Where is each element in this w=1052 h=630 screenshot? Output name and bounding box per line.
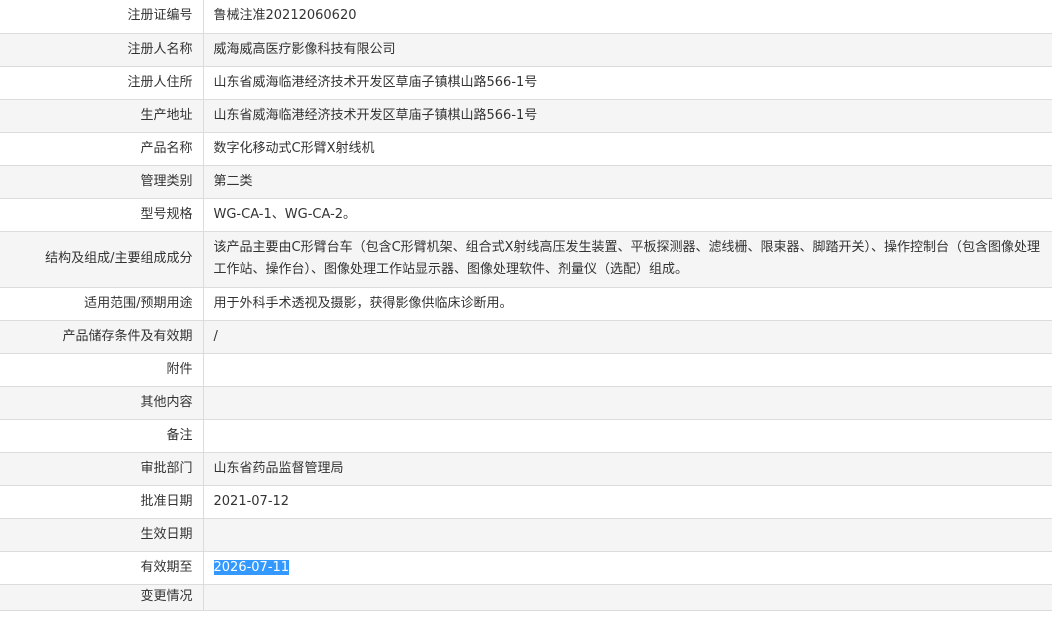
table-row: 注册证编号 鲁械注准20212060620 bbox=[0, 0, 1052, 34]
row-value bbox=[202, 583, 1052, 611]
row-value: 鲁械注准20212060620 bbox=[202, 0, 1052, 34]
row-value: 该产品主要由C形臂台车（包含C形臂机架、组合式X射线高压发生装置、平板探测器、滤… bbox=[202, 230, 1052, 288]
row-value bbox=[202, 418, 1052, 453]
row-label: 注册人名称 bbox=[0, 32, 204, 67]
intended-use: 用于外科手术透视及摄影，获得影像供临床诊断用。 bbox=[213, 295, 513, 311]
row-value: WG-CA-1、WG-CA-2。 bbox=[202, 197, 1052, 232]
registration-number: 鲁械注准20212060620 bbox=[213, 8, 357, 24]
row-label: 型号规格 bbox=[0, 197, 204, 232]
table-row: 批准日期 2021-07-12 bbox=[0, 484, 1052, 519]
table-row: 其他内容 bbox=[0, 385, 1052, 420]
row-value: 用于外科手术透视及摄影，获得影像供临床诊断用。 bbox=[202, 286, 1052, 321]
registrant-address: 山东省威海临港经济技术开发区草庙子镇棋山路566-1号 bbox=[213, 74, 538, 90]
row-value bbox=[202, 517, 1052, 552]
valid-until-date[interactable]: 2026-07-11 bbox=[213, 559, 290, 575]
row-label: 附件 bbox=[0, 352, 204, 387]
product-name: 数字化移动式C形臂X射线机 bbox=[213, 140, 375, 156]
table-row: 产品储存条件及有效期 / bbox=[0, 319, 1052, 354]
row-label: 审批部门 bbox=[0, 451, 204, 486]
row-label: 结构及组成/主要组成成分 bbox=[0, 230, 204, 288]
storage-conditions: / bbox=[213, 328, 218, 344]
table-row: 适用范围/预期用途 用于外科手术透视及摄影，获得影像供临床诊断用。 bbox=[0, 286, 1052, 321]
row-value: 数字化移动式C形臂X射线机 bbox=[202, 131, 1052, 166]
row-label: 适用范围/预期用途 bbox=[0, 286, 204, 321]
row-value: 山东省威海临港经济技术开发区草庙子镇棋山路566-1号 bbox=[202, 98, 1052, 133]
row-label: 产品储存条件及有效期 bbox=[0, 319, 204, 354]
row-value: 山东省威海临港经济技术开发区草庙子镇棋山路566-1号 bbox=[202, 65, 1052, 100]
row-label: 变更情况 bbox=[0, 583, 204, 611]
row-label: 注册人住所 bbox=[0, 65, 204, 100]
row-label: 管理类别 bbox=[0, 164, 204, 199]
row-value bbox=[202, 385, 1052, 420]
table-row: 注册人名称 威海威高医疗影像科技有限公司 bbox=[0, 32, 1052, 67]
table-row: 变更情况 bbox=[0, 583, 1052, 611]
row-label: 生产地址 bbox=[0, 98, 204, 133]
approval-department: 山东省药品监督管理局 bbox=[213, 460, 344, 476]
row-label: 生效日期 bbox=[0, 517, 204, 552]
approval-date: 2021-07-12 bbox=[213, 493, 290, 509]
row-label: 注册证编号 bbox=[0, 0, 204, 34]
row-label: 批准日期 bbox=[0, 484, 204, 519]
row-label: 其他内容 bbox=[0, 385, 204, 420]
table-row: 注册人住所 山东省威海临港经济技术开发区草庙子镇棋山路566-1号 bbox=[0, 65, 1052, 100]
table-row: 审批部门 山东省药品监督管理局 bbox=[0, 451, 1052, 486]
table-row: 附件 bbox=[0, 352, 1052, 387]
table-row: 结构及组成/主要组成成分 该产品主要由C形臂台车（包含C形臂机架、组合式X射线高… bbox=[0, 230, 1052, 288]
production-address: 山东省威海临港经济技术开发区草庙子镇棋山路566-1号 bbox=[213, 107, 538, 123]
management-category: 第二类 bbox=[213, 173, 253, 189]
table-row: 生效日期 bbox=[0, 517, 1052, 552]
row-value: / bbox=[202, 319, 1052, 354]
row-value: 第二类 bbox=[202, 164, 1052, 199]
table-row: 型号规格 WG-CA-1、WG-CA-2。 bbox=[0, 197, 1052, 232]
row-label: 备注 bbox=[0, 418, 204, 453]
row-label: 产品名称 bbox=[0, 131, 204, 166]
registrant-name: 威海威高医疗影像科技有限公司 bbox=[213, 41, 396, 57]
model-spec: WG-CA-1、WG-CA-2。 bbox=[213, 206, 357, 222]
table-row: 管理类别 第二类 bbox=[0, 164, 1052, 199]
row-value bbox=[202, 352, 1052, 387]
table-row: 生产地址 山东省威海临港经济技术开发区草庙子镇棋山路566-1号 bbox=[0, 98, 1052, 133]
row-value: 2026-07-11 bbox=[202, 550, 1052, 585]
table-row: 备注 bbox=[0, 418, 1052, 453]
row-label: 有效期至 bbox=[0, 550, 204, 585]
registration-detail-table: 注册证编号 鲁械注准20212060620 注册人名称 威海威高医疗影像科技有限… bbox=[0, 0, 1052, 611]
row-value: 山东省药品监督管理局 bbox=[202, 451, 1052, 486]
table-row: 产品名称 数字化移动式C形臂X射线机 bbox=[0, 131, 1052, 166]
row-value: 2021-07-12 bbox=[202, 484, 1052, 519]
row-value: 威海威高医疗影像科技有限公司 bbox=[202, 32, 1052, 67]
table-row: 有效期至 2026-07-11 bbox=[0, 550, 1052, 585]
structure-composition: 该产品主要由C形臂台车（包含C形臂机架、组合式X射线高压发生装置、平板探测器、滤… bbox=[213, 240, 1041, 277]
